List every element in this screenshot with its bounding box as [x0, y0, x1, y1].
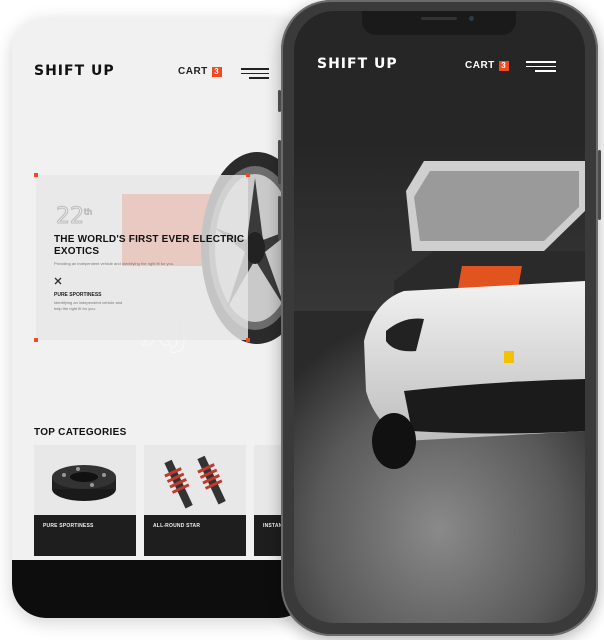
cart-button[interactable]: CART 3 — [465, 60, 509, 71]
front-phone-screen: SHIFT UP CART 3 — [294, 11, 585, 623]
cart-button[interactable]: CART 3 — [178, 66, 222, 77]
feature-text: Identifying an independent vehicle and h… — [54, 300, 123, 311]
side-button — [278, 140, 281, 184]
footer — [12, 560, 312, 618]
car-hero-image — [294, 141, 585, 623]
side-button — [278, 196, 281, 240]
side-button — [598, 150, 601, 220]
hamburger-menu-icon[interactable] — [241, 68, 269, 79]
logo[interactable]: SHIFT UP — [317, 56, 398, 72]
back-phone-mockup: SHIFT UP CART 3 XJ 22th THE WORLD'S FIRS… — [12, 18, 312, 618]
cart-count-badge: 3 — [211, 66, 222, 77]
front-phone-mockup: SHIFT UP CART 3 — [278, 0, 601, 636]
logo[interactable]: SHIFT UP — [34, 63, 115, 79]
cart-label: CART — [178, 66, 208, 77]
categories-title: TOP CATEGORIES — [34, 427, 127, 438]
back-phone-screen: SHIFT UP CART 3 XJ 22th THE WORLD'S FIRS… — [12, 18, 312, 618]
corner-mark — [34, 338, 38, 342]
coilover-image — [144, 445, 246, 515]
camera-icon — [469, 16, 474, 21]
speaker — [421, 17, 457, 20]
side-button — [278, 90, 281, 112]
category-card[interactable]: ALL-ROUND STAR — [144, 445, 246, 556]
phone-notch — [362, 11, 516, 35]
corner-mark — [34, 173, 38, 177]
category-label: ALL-ROUND STAR — [153, 523, 201, 529]
category-card[interactable]: PURE SPORTINESS — [34, 445, 136, 556]
cross-icon — [54, 277, 62, 285]
hero-title: THE WORLD'S FIRST EVER ELECTRIC EXOTICS — [54, 234, 245, 257]
category-label: PURE SPORTINESS — [43, 523, 94, 529]
hero-text: Providing an independent vehicle and ide… — [54, 261, 175, 266]
feature-title: PURE SPORTINESS — [54, 292, 102, 298]
wheel-spacer-image — [34, 445, 136, 515]
cart-count-badge: 3 — [498, 60, 509, 71]
hero-number: 22th — [56, 204, 93, 230]
cart-label: CART — [465, 60, 495, 71]
back-header: SHIFT UP CART 3 — [12, 18, 312, 118]
corner-mark — [246, 338, 250, 342]
hamburger-menu-icon[interactable] — [526, 61, 556, 73]
corner-mark — [246, 173, 250, 177]
